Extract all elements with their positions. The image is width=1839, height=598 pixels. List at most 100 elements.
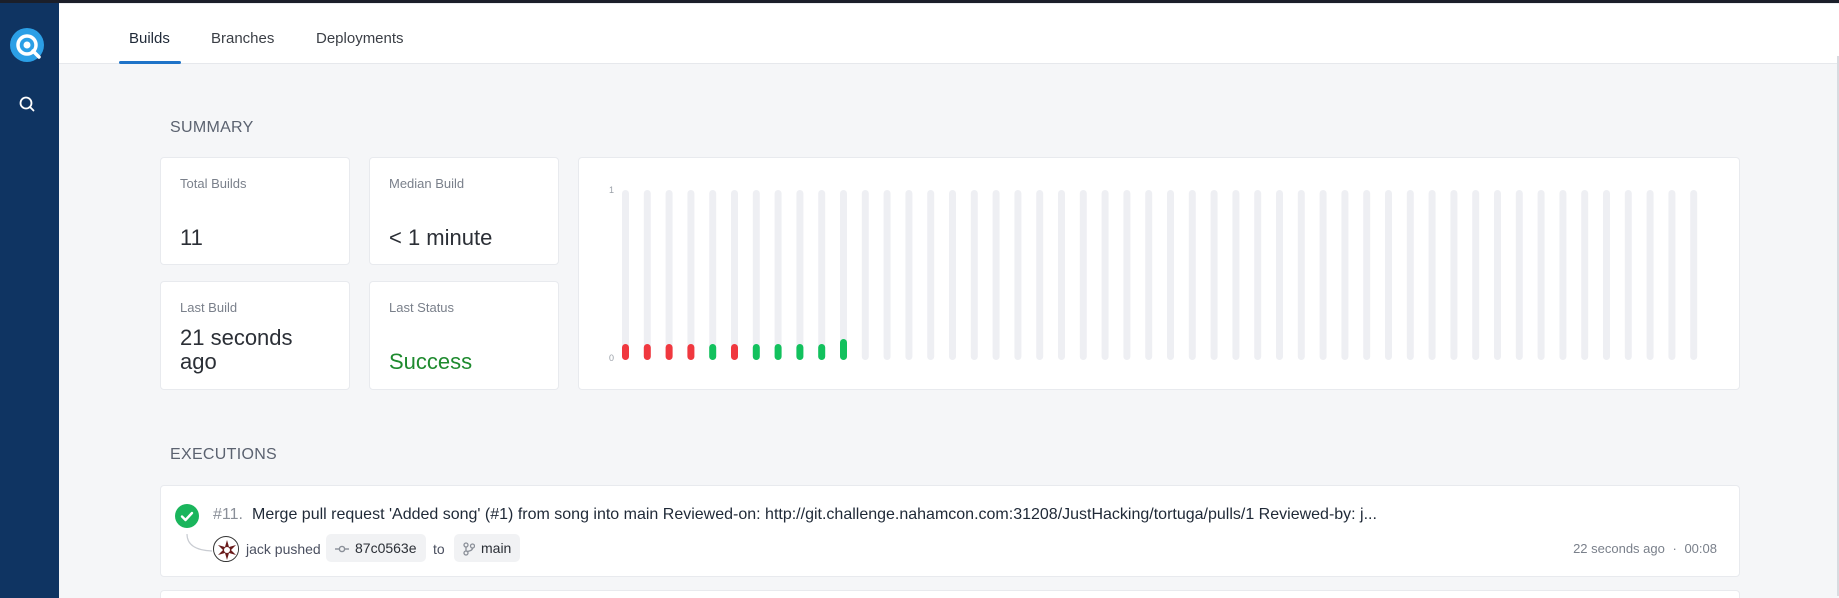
chart-bar-track	[1646, 190, 1654, 360]
commit-icon	[335, 545, 349, 553]
chart-bar-track	[1123, 190, 1131, 360]
chart-bar-success[interactable]	[840, 339, 847, 360]
chart-bar-failure[interactable]	[643, 344, 651, 360]
chart-bar-track	[709, 190, 717, 360]
chart-bar-track	[970, 190, 978, 360]
chart-bar-success[interactable]	[818, 344, 826, 360]
chart-bar-failure[interactable]	[622, 344, 629, 360]
chart-bar-success[interactable]	[709, 344, 717, 360]
chart-bar-track	[905, 190, 913, 360]
chart-bar-track	[1079, 190, 1087, 360]
chart-bar-success[interactable]	[774, 344, 782, 360]
chart-bar-track	[1101, 190, 1109, 360]
chart-bar-track	[1406, 190, 1414, 360]
chart-bar-track	[1537, 190, 1545, 360]
tab-branches[interactable]: Branches	[211, 30, 274, 47]
chart-bar-track	[1145, 190, 1153, 360]
chart-bar-failure[interactable]	[687, 344, 695, 360]
last-status-label: Last Status	[389, 300, 455, 315]
chart-bar-track	[1058, 190, 1065, 360]
chart-bar-track	[1014, 190, 1022, 360]
y-tick-label-0: 0	[609, 353, 614, 363]
execution-row-next[interactable]	[160, 590, 1740, 598]
chart-bar-track	[927, 190, 935, 360]
search-icon[interactable]	[16, 93, 38, 115]
chart-bar-track	[1297, 190, 1305, 360]
chart-bar-track	[622, 190, 629, 360]
chart-bars	[622, 190, 1698, 360]
author-pushed-text: jack pushed	[246, 541, 321, 557]
chart-bar-track	[643, 190, 651, 360]
branch-icon	[463, 542, 476, 556]
executions-heading: EXECUTIONS	[170, 446, 278, 463]
median-build-value: < 1 minute	[389, 225, 493, 250]
execution-row[interactable]: #11. Merge pull request 'Added song' (#1…	[160, 485, 1740, 577]
total-builds-value: 11	[180, 225, 203, 250]
chart-bar-track	[1385, 190, 1392, 360]
chart-bar-track	[1210, 190, 1218, 360]
chart-bar-track	[1472, 190, 1480, 360]
total-builds-card: Total Builds 11	[160, 157, 350, 265]
branch-name: main	[481, 540, 512, 556]
median-build-card: Median Build < 1 minute	[369, 157, 559, 265]
success-check-icon	[175, 504, 199, 528]
chart-bar-track	[949, 190, 956, 360]
chart-bar-track	[774, 190, 782, 360]
avatar	[213, 536, 239, 562]
chart-bar-track	[1167, 190, 1174, 360]
sidebar	[0, 3, 59, 598]
to-text: to	[433, 541, 445, 557]
chart-bar-track	[1668, 190, 1676, 360]
median-build-label: Median Build	[389, 176, 465, 191]
chart-bar-track	[840, 190, 847, 360]
chart-bar-track	[1036, 190, 1044, 360]
chart-bar-track	[1428, 190, 1436, 360]
chart-bar-track	[1690, 190, 1698, 360]
tab-deployments[interactable]: Deployments	[316, 30, 404, 47]
meta-separator: ·	[1672, 541, 1677, 556]
chart-bar-track	[1450, 190, 1458, 360]
build-history-chart: 1 0	[578, 157, 1740, 390]
summary-heading: SUMMARY	[170, 119, 254, 136]
top-tabs-bar: Builds Branches Deployments	[59, 3, 1839, 64]
last-build-value-line1: 21 seconds	[180, 325, 293, 350]
last-status-card: Last Status Success	[369, 281, 559, 390]
chart-bar-track	[818, 190, 826, 360]
execution-number[interactable]: #11.	[213, 506, 243, 524]
total-builds-label: Total Builds	[180, 176, 247, 191]
chart-bar-track	[665, 190, 673, 360]
chart-bar-track	[1319, 190, 1327, 360]
y-tick-label-1: 1	[609, 185, 614, 195]
execution-time-ago: 22 seconds ago	[1573, 541, 1665, 556]
app-logo-icon[interactable]	[10, 28, 44, 62]
commit-hash: 87c0563e	[355, 540, 417, 556]
last-build-value-line2: ago	[180, 349, 217, 374]
chart-bar-track	[861, 190, 869, 360]
last-status-value: Success	[389, 349, 473, 374]
execution-meta: 22 seconds ago · 00:08	[1573, 541, 1717, 556]
chart-bar-track	[1624, 190, 1632, 360]
chart-bar-success[interactable]	[752, 344, 760, 360]
chart-bar-track	[1581, 190, 1589, 360]
commit-badge[interactable]: 87c0563e	[326, 534, 426, 562]
chart-bar-track	[687, 190, 695, 360]
branch-badge[interactable]: main	[454, 534, 521, 562]
build-history-chart-svg: 1 0	[609, 185, 1698, 363]
chart-bar-track	[883, 190, 891, 360]
tree-connector-icon	[186, 534, 213, 552]
chart-bar-failure[interactable]	[731, 344, 738, 360]
last-build-card: Last Build 21 seconds ago	[160, 281, 350, 390]
execution-duration: 00:08	[1684, 541, 1717, 556]
execution-commit-message[interactable]: Merge pull request 'Added song' (#1) fro…	[252, 506, 1377, 524]
chart-bar-track	[1276, 190, 1283, 360]
chart-bar-success[interactable]	[796, 344, 804, 360]
chart-bar-track	[1494, 190, 1501, 360]
chart-bar-track	[752, 190, 760, 360]
chart-bar-track	[1232, 190, 1240, 360]
chart-bar-track	[796, 190, 804, 360]
chart-bar-track	[1254, 190, 1262, 360]
chart-bar-failure[interactable]	[665, 344, 673, 360]
chart-bar-track	[1559, 190, 1567, 360]
chart-bar-track	[1603, 190, 1610, 360]
tab-builds[interactable]: Builds	[129, 30, 170, 47]
